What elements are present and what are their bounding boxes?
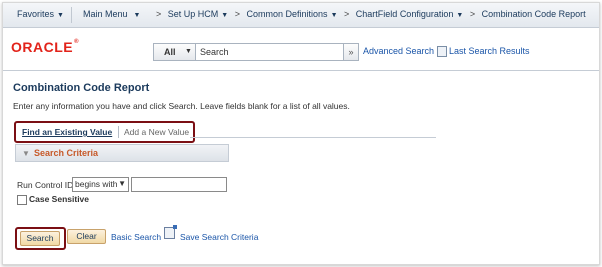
run-control-id-label: Run Control ID:	[17, 180, 76, 190]
breadcrumb-combination-code-report: Combination Code Report	[481, 9, 586, 19]
tab-underline	[190, 137, 436, 138]
search-go-button[interactable]: »	[343, 43, 359, 61]
global-search-bar: All ▼ Search	[153, 43, 359, 61]
page-instructions: Enter any information you have and click…	[13, 101, 350, 111]
clear-button[interactable]: Clear	[67, 229, 106, 244]
case-sensitive-label: Case Sensitive	[29, 194, 90, 204]
search-criteria-label: Search Criteria	[34, 148, 99, 158]
advanced-search-link[interactable]: Advanced Search	[363, 46, 434, 56]
save-search-icon[interactable]	[164, 225, 177, 239]
nav-divider	[71, 7, 72, 23]
save-search-criteria-link[interactable]: Save Search Criteria	[180, 232, 258, 242]
run-control-operator-select[interactable]: begins with ▼	[72, 177, 129, 192]
main-menu[interactable]: Main Menu ▼	[83, 9, 140, 19]
tab-find-existing-value[interactable]: Find an Existing Value	[22, 127, 112, 137]
breadcrumb-chartfield-configuration[interactable]: ChartField Configuration	[356, 9, 454, 19]
chevron-down-icon: ▼	[57, 12, 64, 19]
tab-add-new-value[interactable]: Add a New Value	[124, 127, 189, 137]
search-button-highlight: Search	[15, 227, 66, 250]
search-input[interactable]: Search	[200, 47, 229, 57]
top-navigation-bar: Favorites ▼ Main Menu ▼ > Set Up HCM ▼ > Co…	[3, 3, 599, 28]
chevron-down-icon: ▼	[133, 12, 141, 19]
case-sensitive-checkbox[interactable]	[17, 195, 27, 205]
collapse-triangle-icon[interactable]: ▼	[22, 149, 30, 158]
breadcrumb: > Set Up HCM ▼ > Common Definitions ▼ > Ch…	[156, 9, 586, 19]
tab-divider	[118, 126, 119, 138]
last-search-results-link[interactable]: Last Search Results	[449, 46, 530, 56]
chevron-down-icon[interactable]: ▼	[221, 12, 228, 19]
chevron-down-icon[interactable]: ▼	[456, 12, 463, 19]
header-divider	[3, 70, 599, 71]
oracle-logo: ORACLE®	[11, 39, 80, 55]
search-scope-select[interactable]: All ▼	[154, 44, 196, 60]
search-mode-tabs: Find an Existing Value Add a New Value	[14, 121, 195, 143]
breadcrumb-common-definitions[interactable]: Common Definitions	[247, 9, 328, 19]
chevron-down-icon: ▼	[185, 48, 192, 55]
page-title: Combination Code Report	[13, 82, 150, 94]
search-button[interactable]: Search	[20, 231, 60, 246]
search-criteria-header[interactable]: ▼ Search Criteria	[15, 144, 229, 162]
app-window: Favorites ▼ Main Menu ▼ > Set Up HCM ▼ > Co…	[2, 2, 600, 265]
chevron-down-icon[interactable]: ▼	[331, 12, 338, 19]
search-results-icon[interactable]	[437, 46, 447, 57]
basic-search-link[interactable]: Basic Search	[111, 232, 161, 242]
portal-header: ORACLE® All ▼ Search » Advanced Search L…	[3, 28, 599, 70]
run-control-id-input[interactable]	[131, 177, 227, 192]
favorites-menu[interactable]: Favorites ▼	[17, 9, 64, 19]
chevron-down-icon: ▼	[118, 179, 126, 188]
breadcrumb-set-up-hcm[interactable]: Set Up HCM	[168, 9, 219, 19]
